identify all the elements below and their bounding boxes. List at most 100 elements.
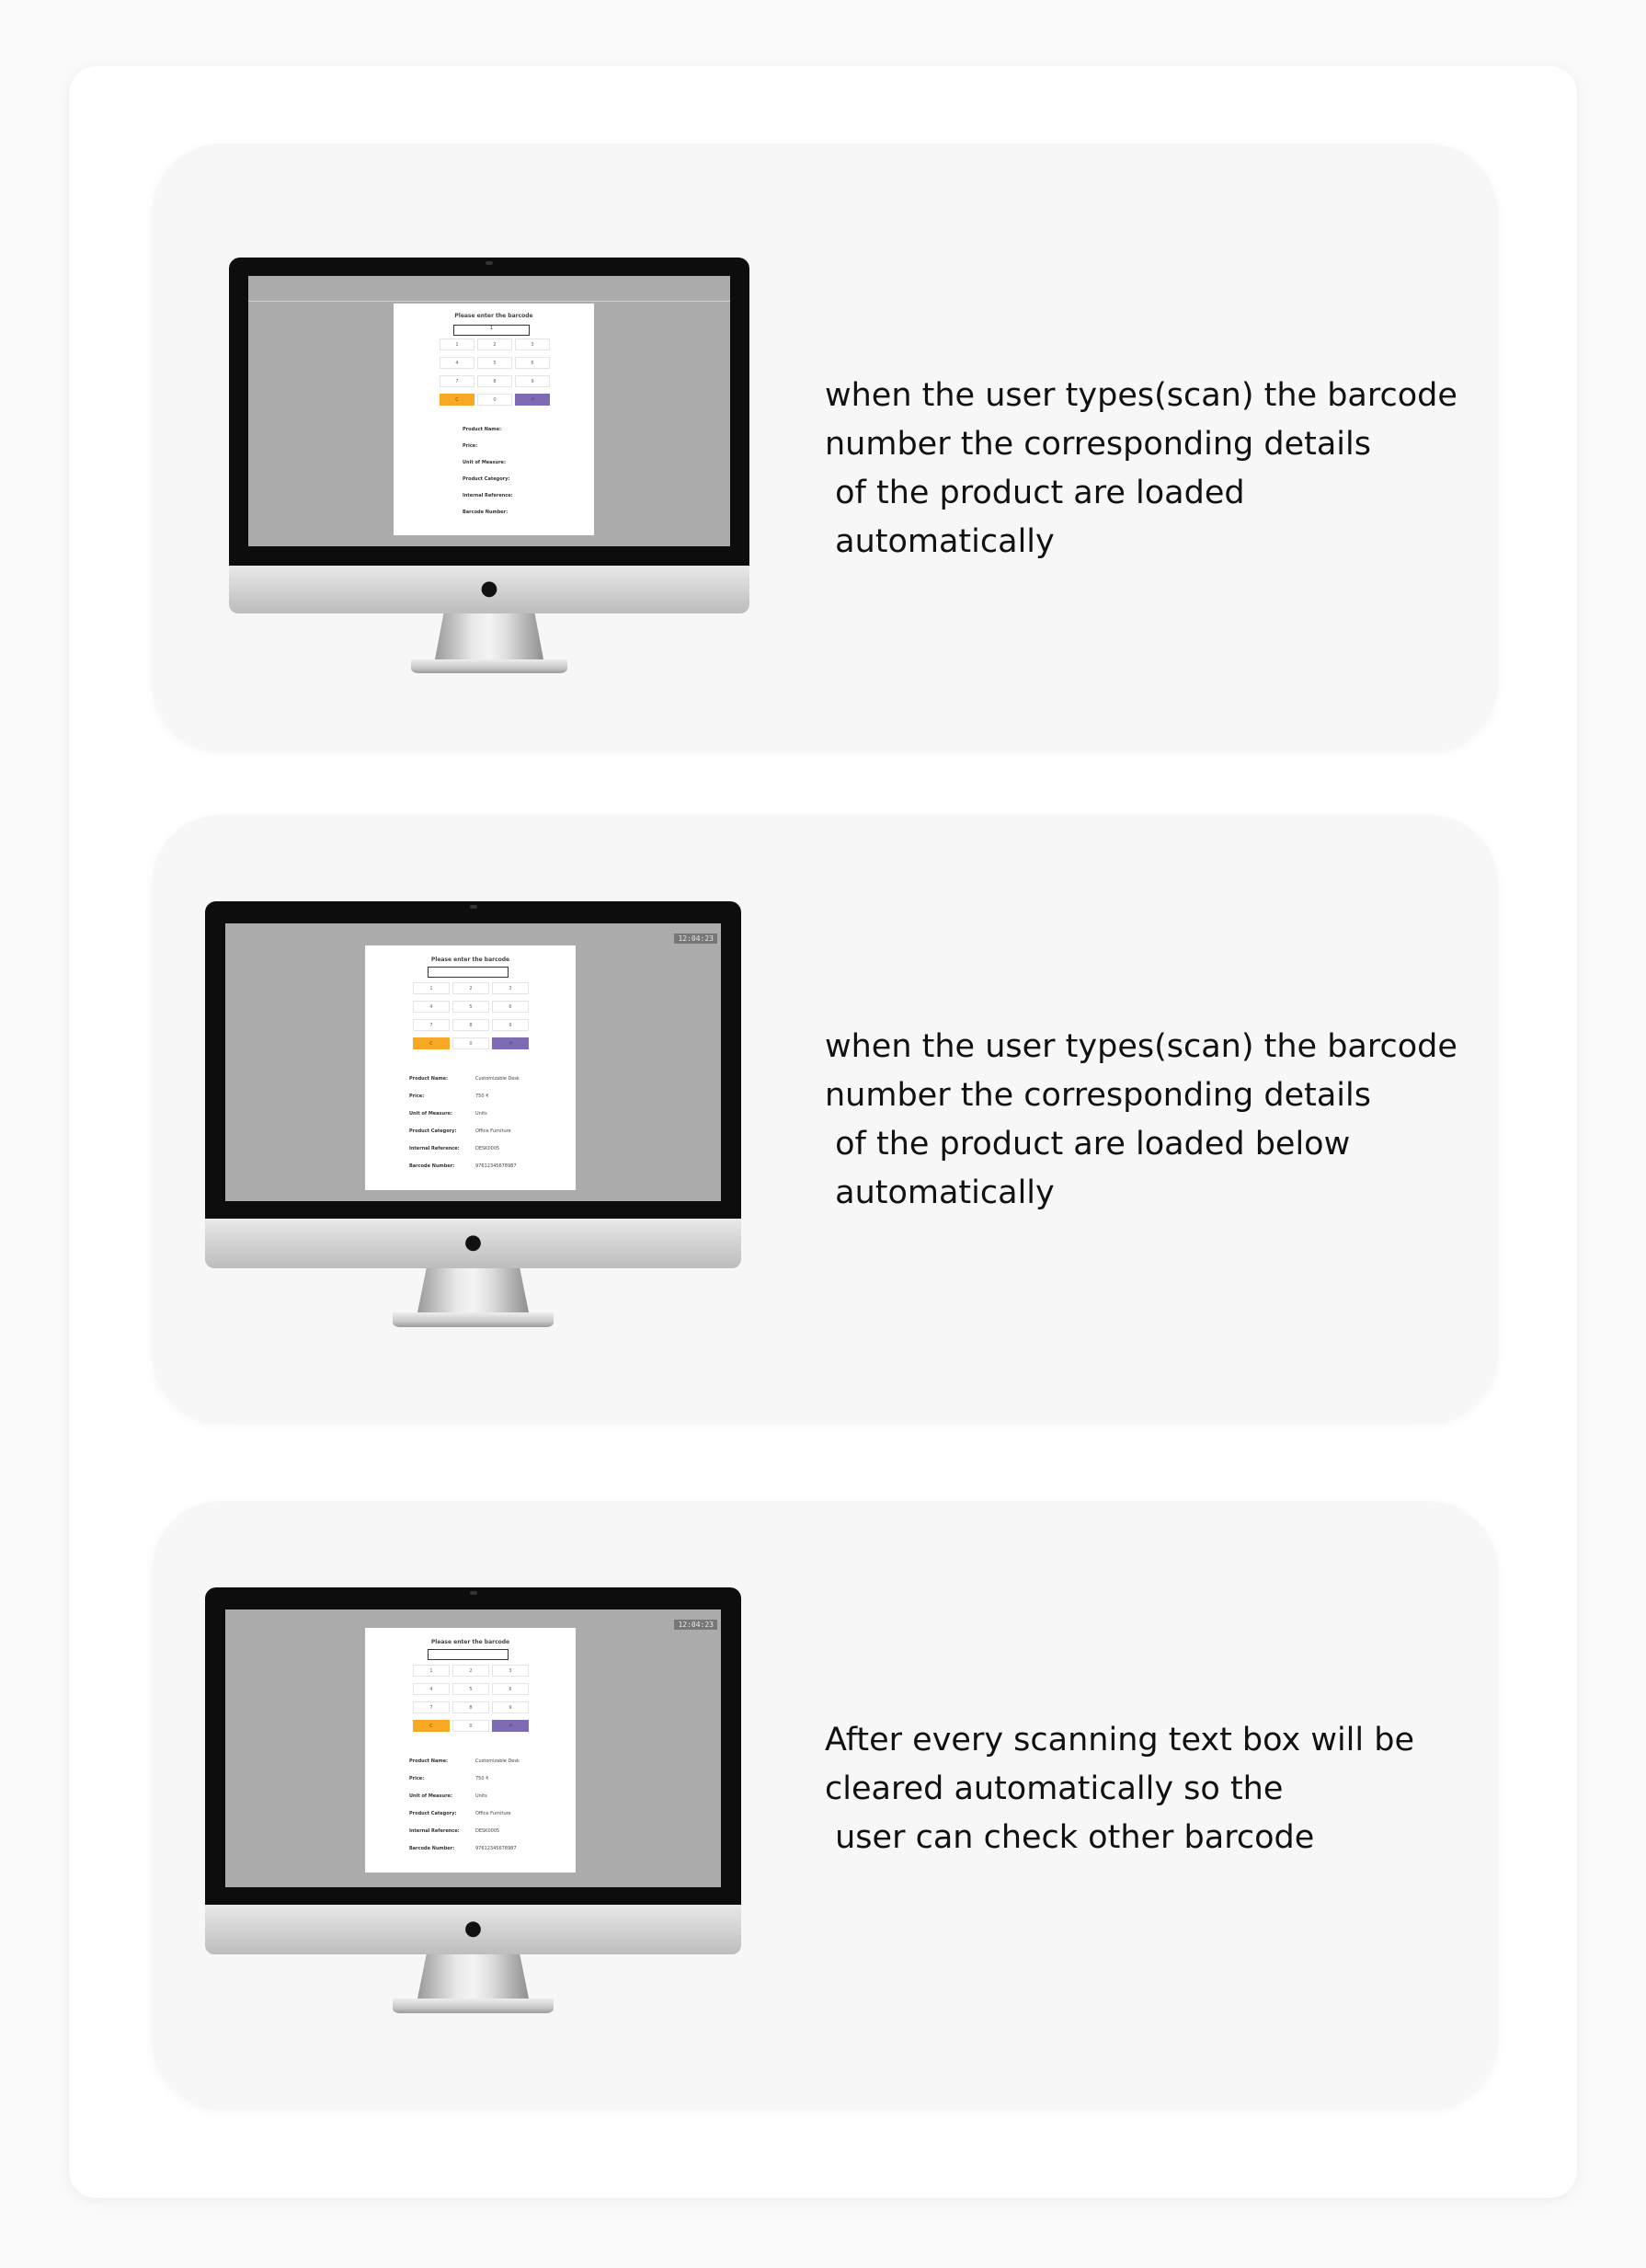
barcode-input[interactable]: 1 — [453, 325, 530, 336]
screen-divider — [248, 301, 730, 302]
keypad-key-0[interactable]: 0 — [452, 1037, 489, 1049]
keypad-key-0[interactable]: 0 — [452, 1720, 489, 1732]
keypad-key-6[interactable]: 6 — [515, 357, 550, 369]
description-line: when the user types(scan) the barcode — [825, 377, 1457, 414]
description-line: of the product are loaded below — [825, 1126, 1351, 1163]
field-value: Office Furniture — [475, 1128, 511, 1134]
field-label: Product Name: — [463, 427, 501, 432]
imac-mockup: 12:04:23 Please enter the barcode 123 456… — [205, 1587, 741, 2013]
keypad-key-4[interactable]: 4 — [413, 1683, 450, 1695]
clear-key[interactable]: C — [413, 1720, 450, 1732]
monitor-chin: ● — [205, 1905, 741, 1954]
clear-key[interactable]: C — [413, 1037, 450, 1049]
keypad-key-2[interactable]: 2 — [477, 338, 512, 350]
keypad-key-9[interactable]: 9 — [515, 375, 550, 387]
keypad-key-3[interactable]: 3 — [515, 338, 550, 350]
field-value: DESK0005 — [475, 1146, 500, 1151]
field-label: Internal Reference: — [463, 493, 513, 498]
monitor-stand-neck — [417, 1268, 529, 1312]
description-line: automatically — [825, 1174, 1055, 1211]
keypad-key-1[interactable]: 1 — [413, 982, 450, 994]
keypad-key-5[interactable]: 5 — [452, 1683, 489, 1695]
camera-icon — [486, 261, 493, 265]
monitor-bezel: 12:04:23 Please enter the barcode 123 456… — [205, 901, 741, 1219]
keypad-key-5[interactable]: 5 — [452, 1001, 489, 1013]
field-label: Unit of Measure: — [409, 1793, 452, 1799]
barcode-input[interactable] — [428, 967, 509, 978]
card-3-description: After every scanning text box will be cl… — [825, 1716, 1487, 1862]
description-line: automatically — [825, 523, 1055, 560]
field-label: Price: — [409, 1776, 425, 1781]
field-label: Unit of Measure: — [409, 1111, 452, 1117]
field-value: DESK0005 — [475, 1828, 500, 1834]
field-label: Product Name: — [409, 1758, 448, 1764]
monitor-bezel: 12:04:23 Please enter the barcode 123 456… — [205, 1587, 741, 1905]
field-label: Product Category: — [409, 1811, 457, 1816]
enter-key[interactable]: ⏎ — [515, 394, 550, 406]
keypad-key-2[interactable]: 2 — [452, 982, 489, 994]
keypad-key-9[interactable]: 9 — [492, 1019, 529, 1031]
keypad-key-8[interactable]: 8 — [477, 375, 512, 387]
apple-logo-icon: ● — [480, 577, 498, 601]
keypad-key-7[interactable]: 7 — [413, 1019, 450, 1031]
keypad-key-4[interactable]: 4 — [440, 357, 474, 369]
monitor-bezel: Please enter the barcode 1 1 2 3 4 5 6 7 8 9 C 0 ⏎ P… — [229, 258, 749, 566]
description-line: user can check other barcode — [825, 1819, 1315, 1856]
barcode-input[interactable] — [428, 1649, 509, 1660]
keypad-key-5[interactable]: 5 — [477, 357, 512, 369]
monitor-chin: ● — [229, 566, 749, 613]
keypad-key-7[interactable]: 7 — [440, 375, 474, 387]
clock-display: 12:04:23 — [674, 934, 717, 944]
barcode-panel: Please enter the barcode 1 2 3 4 5 6 7 8 9 C 0 ⏎ Pro… — [365, 945, 576, 1190]
keypad-key-1[interactable]: 1 — [440, 338, 474, 350]
clock-display: 12:04:23 — [674, 1620, 717, 1630]
keypad-key-2[interactable]: 2 — [452, 1665, 489, 1677]
enter-key[interactable]: ⏎ — [492, 1037, 529, 1049]
enter-key[interactable]: ⏎ — [492, 1720, 529, 1732]
field-value: 750 ₹ — [475, 1776, 489, 1781]
field-label: Barcode Number: — [409, 1846, 455, 1851]
field-label: Internal Reference: — [409, 1828, 460, 1834]
camera-icon — [469, 905, 477, 909]
barcode-panel: Please enter the barcode 1 2 3 4 5 6 7 8 9 C 0 ⏎ Pro… — [365, 1628, 576, 1873]
keypad-key-0[interactable]: 0 — [477, 394, 512, 406]
keypad-key-8[interactable]: 8 — [452, 1019, 489, 1031]
keypad-key-7[interactable]: 7 — [413, 1701, 450, 1713]
apple-logo-icon: ● — [463, 1231, 483, 1254]
keypad-key-6[interactable]: 6 — [492, 1001, 529, 1013]
keypad-key-3[interactable]: 3 — [492, 1665, 529, 1677]
field-label: Barcode Number: — [463, 510, 509, 515]
field-label: Product Category: — [409, 1128, 457, 1134]
description-line: After every scanning text box will be — [825, 1722, 1414, 1758]
monitor-screen: 12:04:23 Please enter the barcode 123 456… — [225, 1609, 721, 1887]
clear-key[interactable]: C — [440, 394, 474, 406]
field-value: 750 ₹ — [475, 1094, 489, 1099]
card-1-description: when the user types(scan) the barcode nu… — [825, 372, 1487, 567]
monitor-stand-neck — [417, 1954, 529, 1999]
feature-card-2: 12:04:23 Please enter the barcode 123 456… — [152, 815, 1498, 1424]
monitor-stand-foot — [393, 1312, 554, 1327]
description-line: cleared automatically so the — [825, 1770, 1284, 1807]
monitor-screen: Please enter the barcode 1 1 2 3 4 5 6 7 8 9 C 0 ⏎ P… — [248, 276, 730, 546]
card-2-description: when the user types(scan) the barcode nu… — [825, 1023, 1487, 1218]
field-label: Barcode Number: — [409, 1163, 455, 1169]
keypad-key-1[interactable]: 1 — [413, 1665, 450, 1677]
field-value: Customizable Desk — [475, 1076, 520, 1082]
imac-mockup: 12:04:23 Please enter the barcode 123 456… — [205, 901, 741, 1327]
field-label: Internal Reference: — [409, 1146, 460, 1151]
camera-icon — [469, 1591, 477, 1595]
keypad-key-8[interactable]: 8 — [452, 1701, 489, 1713]
keypad-key-3[interactable]: 3 — [492, 982, 529, 994]
keypad-key-6[interactable]: 6 — [492, 1683, 529, 1695]
field-value: 97612345678987 — [475, 1846, 517, 1851]
panel-title: Please enter the barcode — [430, 1639, 510, 1645]
keypad-key-4[interactable]: 4 — [413, 1001, 450, 1013]
barcode-panel: Please enter the barcode 1 1 2 3 4 5 6 7 8 9 C 0 ⏎ P… — [394, 304, 594, 535]
field-label: Unit of Measure: — [463, 460, 506, 465]
feature-card-1: Please enter the barcode 1 1 2 3 4 5 6 7 8 9 C 0 ⏎ P… — [152, 143, 1498, 752]
description-line: of the product are loaded — [825, 475, 1245, 511]
keypad-key-9[interactable]: 9 — [492, 1701, 529, 1713]
panel-title: Please enter the barcode — [454, 313, 533, 319]
feature-card-3: 12:04:23 Please enter the barcode 123 456… — [152, 1501, 1498, 2110]
monitor-stand-foot — [411, 659, 567, 673]
